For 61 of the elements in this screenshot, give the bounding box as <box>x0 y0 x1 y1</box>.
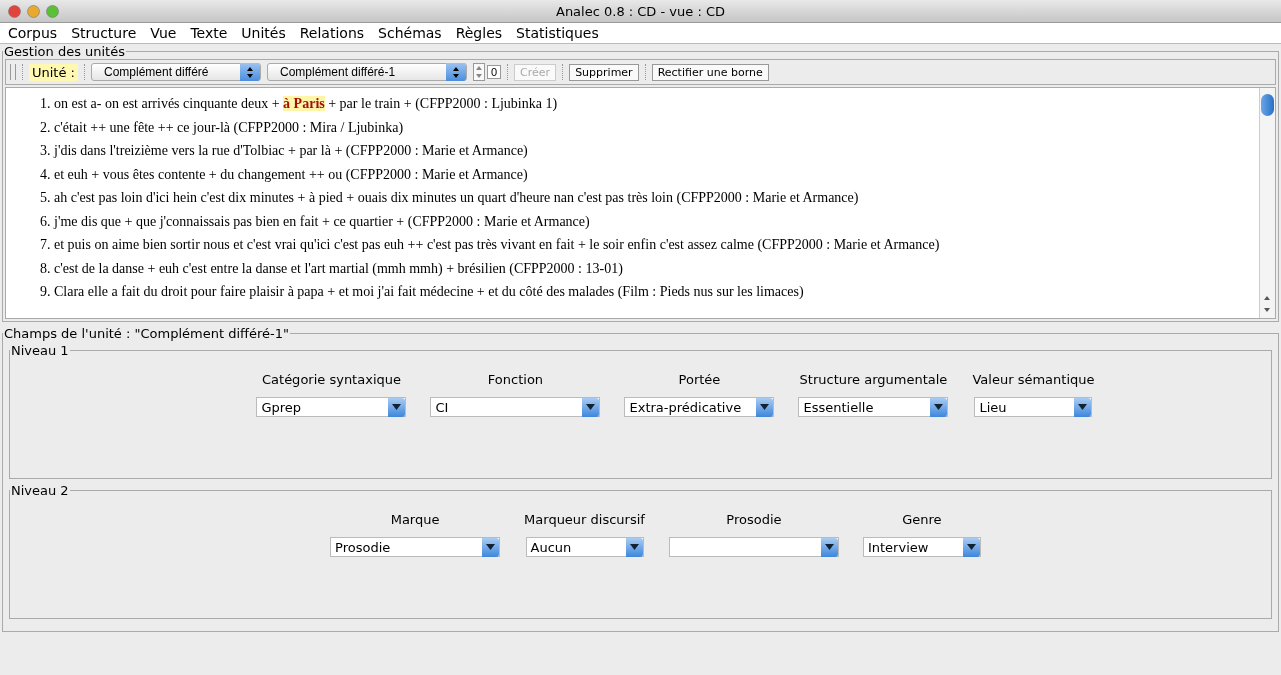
field-label: Portée <box>678 372 721 387</box>
field-label: Marqueur discursif <box>524 512 645 527</box>
dropdown[interactable]: CI <box>430 397 601 417</box>
text-line: 4. et euh + vous êtes contente + du changement ++ ou (CFPP2000 : Marie et Armance) <box>40 165 529 184</box>
spinner-arrows-icon[interactable] <box>473 63 485 81</box>
text-line: 1. on est a- on est arrivés cinquante deux + à Paris + par le train + (CFPP2000 : Ljubinka 1) <box>40 95 559 113</box>
scroll-thumb[interactable] <box>1261 94 1274 116</box>
window-control-icon[interactable] <box>27 4 40 18</box>
window-control-icon[interactable] <box>8 4 21 18</box>
menu-item[interactable]: Relations <box>293 25 373 41</box>
text-line: 3. j'dis dans l'treizième vers la rue d'Tolbiac + par là + (CFPP2000 : Marie et Armance) <box>40 142 529 160</box>
text-line: 6. j'me dis que + que j'connaissais pas bien en fait + ce quartier + (CFPP2000 : Marie et Armance) <box>40 212 591 231</box>
dropdown[interactable] <box>668 537 839 557</box>
text-line: 9. Clara elle a fait du droit pour faire plaisir à papa + et moi j'ai fait médecine + et du côté des malades (Film : Pieds nus sur les limaces) <box>40 283 805 301</box>
unit-label: Unité : <box>29 63 78 81</box>
menu-item[interactable]: Unités <box>235 25 294 41</box>
dropdown[interactable]: Lieu <box>974 397 1093 417</box>
text-line: 7. et puis on aime bien sortir nous et c'est vrai qu'ici c'est pas euh ++ c'est pas très vivant en fait + le soir enfin c'est assez calme (CFPP2000 : Marie et Armance) <box>40 236 941 254</box>
field-label: Genre <box>902 512 942 527</box>
section-title: Niveau 2 <box>10 483 70 498</box>
window-title: Analec 0.8 : CD - vue : CD <box>556 3 725 19</box>
text-line: 2. c'était ++ une fête ++ ce jour-là (CFPP2000 : Mira / Ljubinka) <box>40 118 405 137</box>
unit-dropdown[interactable]: Complément différé-1 <box>267 63 467 81</box>
menu-item[interactable]: Vue <box>144 25 185 41</box>
caret-icon <box>629 544 639 550</box>
caret-icon <box>486 544 496 550</box>
caret-icon <box>824 544 834 550</box>
toolbar-button[interactable]: Supprimer <box>569 63 639 81</box>
section-title: Niveau 1 <box>10 343 70 358</box>
text-line: 8. c'est de la danse + euh c'est entre la danse et l'art martial (mmh mmh) + brésilien (CFPP2000 : 13-01) <box>40 259 624 278</box>
panel-title: Gestion des unités <box>3 44 126 59</box>
window-control-icon[interactable] <box>46 4 59 18</box>
menu-item[interactable]: Structure <box>65 25 145 41</box>
dropdown[interactable]: Prosodie <box>330 537 501 557</box>
unit-type-dropdown[interactable]: Complément différé <box>91 63 261 81</box>
caret-icon <box>966 544 976 550</box>
toolbar-button[interactable]: Rectifier une borne <box>651 63 769 81</box>
menu-item[interactable]: Statistiques <box>510 25 607 41</box>
caret-icon <box>392 404 402 410</box>
caret-icon <box>934 404 944 410</box>
caret-icon <box>1078 404 1088 410</box>
field-label: Catégorie syntaxique <box>262 372 401 387</box>
field-label: Valeur sémantique <box>972 372 1095 387</box>
field-label: Marque <box>390 512 440 527</box>
menu-item[interactable]: Corpus <box>2 25 66 41</box>
field-label: Prosodie <box>726 512 782 527</box>
menu-item[interactable]: Texte <box>184 25 236 41</box>
dropdown[interactable]: Extra-prédicative <box>624 397 775 417</box>
dropdown[interactable]: Essentielle <box>798 397 949 417</box>
caret-icon <box>586 404 596 410</box>
menu-item[interactable]: Schémas <box>372 25 450 41</box>
dropdown[interactable]: Gprep <box>256 397 407 417</box>
caret-icon <box>760 404 770 410</box>
text-line: 5. ah c'est pas loin d'ici hein c'est dix minutes + à pied + ouais dix minutes un quart d'heure nan c'est pas très loin (CFPP2000 : Marie et Armance) <box>40 189 860 207</box>
dropdown[interactable]: Interview <box>862 537 981 557</box>
dropdown[interactable]: Aucun <box>525 537 644 557</box>
field-label: Fonction <box>487 372 544 387</box>
field-label: Structure argumentale <box>799 372 948 387</box>
menu-item[interactable]: Règles <box>449 25 511 41</box>
spinner-field[interactable]: 0 <box>487 65 502 79</box>
panel-title: Champs de l'unité : "Complément différé-1" <box>3 326 290 341</box>
